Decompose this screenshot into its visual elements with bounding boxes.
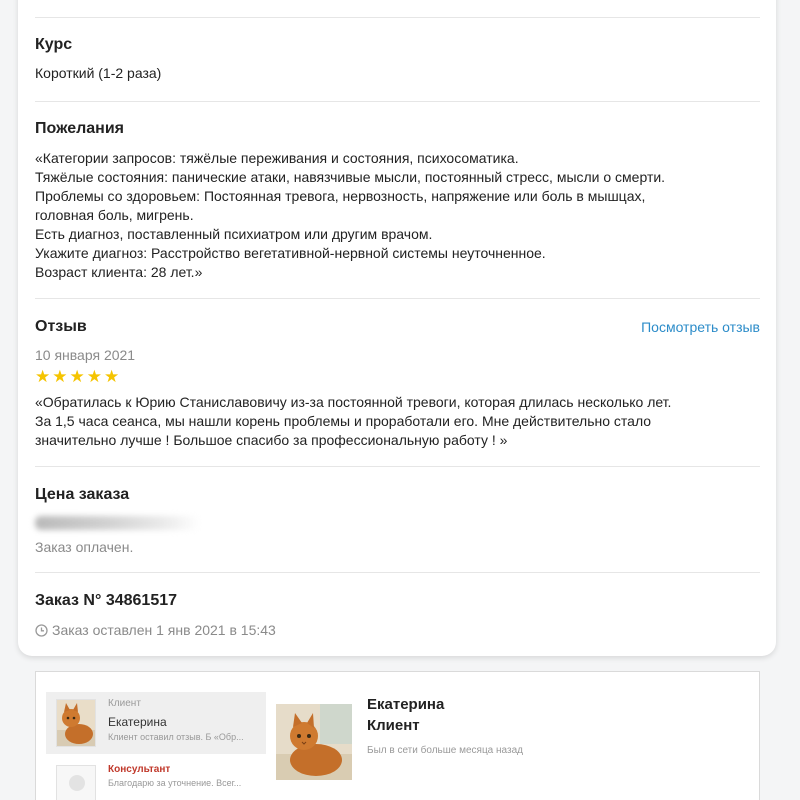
avatar-placeholder	[56, 765, 96, 800]
review-line: За 1,5 часа сеанса, мы нашли корень проб…	[35, 413, 652, 429]
wishes-line: Укажите диагноз: Расстройство вегетативн…	[35, 245, 546, 261]
divider	[35, 17, 760, 18]
chat-contact-name: Екатерина Клиент	[367, 694, 444, 736]
order-card: Курс Короткий (1-2 раза) Пожелания «Кате…	[18, 0, 776, 656]
star-icon: ★	[104, 367, 120, 386]
review-text: «Обратилась к Юрию Станиславовичу из-за …	[35, 393, 760, 450]
wishes-line: Проблемы со здоровьем: Постоянная тревог…	[35, 188, 646, 204]
chat-panel: Клиент Екатерина Клиент оставил отзыв. Б…	[35, 671, 760, 800]
chat-avatar	[276, 704, 352, 780]
wishes-text: «Категории запросов: тяжёлые переживания…	[35, 149, 760, 282]
conversation-role: Клиент	[108, 698, 141, 709]
course-section: Курс Короткий (1-2 раза)	[35, 36, 760, 83]
chat-contact-role: Клиент	[367, 717, 420, 734]
price-section: Цена заказа Заказ оплачен.	[35, 486, 760, 555]
wishes-line: Есть диагноз, поставленный психиатром ил…	[35, 226, 433, 242]
wishes-line: «Категории запросов: тяжёлые переживания…	[35, 150, 519, 166]
order-placed: Заказ оставлен 1 янв 2021 в 15:43	[35, 622, 760, 638]
order-section: Заказ N° 34861517 Заказ оставлен 1 янв 2…	[35, 592, 760, 638]
chat-contact-name-line: Екатерина	[367, 696, 445, 713]
wishes-line: Возраст клиента: 28 лет.»	[35, 264, 203, 280]
conversation-item[interactable]: Клиент Екатерина Клиент оставил отзыв. Б…	[46, 692, 266, 754]
avatar	[56, 699, 96, 747]
star-icon: ★	[86, 367, 102, 386]
course-title: Курс	[35, 36, 73, 53]
wishes-section: Пожелания «Категории запросов: тяжёлые п…	[35, 120, 760, 282]
payment-status: Заказ оплачен.	[35, 539, 134, 555]
order-placed-text: Заказ оставлен 1 янв 2021 в 15:43	[52, 622, 276, 638]
wishes-line: головная боль, мигрень.	[35, 207, 194, 223]
divider	[35, 298, 760, 299]
review-section: Отзыв Посмотреть отзыв 10 января 2021 ★ …	[35, 318, 760, 450]
view-review-link[interactable]: Посмотреть отзыв	[641, 319, 760, 335]
divider	[35, 101, 760, 102]
review-date: 10 января 2021	[35, 347, 136, 363]
conversation-snippet: Благодарю за уточнение. Всег...	[108, 778, 242, 788]
divider	[35, 572, 760, 573]
conversation-item[interactable]: Консультант Благодарю за уточнение. Всег…	[46, 758, 266, 800]
conversation-role: Консультант	[108, 764, 171, 775]
blurred-price	[35, 516, 200, 530]
review-line: «Обратилась к Юрию Станиславовичу из-за …	[35, 394, 672, 410]
order-title: Заказ N° 34861517	[35, 592, 178, 609]
star-icon: ★	[35, 367, 51, 386]
review-rating: ★ ★ ★ ★ ★	[35, 368, 760, 385]
last-seen-status: Был в сети больше месяца назад	[367, 745, 523, 756]
divider	[35, 466, 760, 467]
star-icon: ★	[52, 367, 68, 386]
price-title: Цена заказа	[35, 486, 130, 503]
course-value: Короткий (1-2 раза)	[35, 65, 162, 81]
conversation-name: Екатерина	[108, 715, 167, 729]
clock-icon	[35, 623, 48, 637]
wishes-title: Пожелания	[35, 120, 124, 137]
conversation-snippet: Клиент оставил отзыв. Б «Обр...	[108, 732, 244, 742]
wishes-line: Тяжёлые состояния: панические атаки, нав…	[35, 169, 666, 185]
star-icon: ★	[69, 367, 85, 386]
review-line: значительно лучше ! Большое спасибо за п…	[35, 432, 508, 448]
